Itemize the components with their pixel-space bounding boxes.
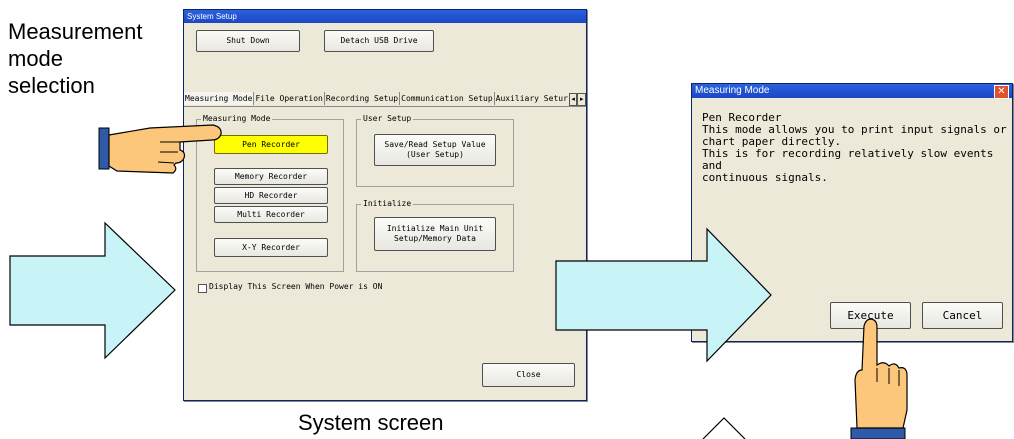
pointing-hand-left-icon [98,124,222,174]
flow-arrows [9,124,908,439]
left-arrow-icon [9,221,176,360]
pointing-hand-up-icon [850,318,908,439]
middle-arrow-icon [555,227,772,363]
bottom-arrow-tip-icon [702,417,746,439]
